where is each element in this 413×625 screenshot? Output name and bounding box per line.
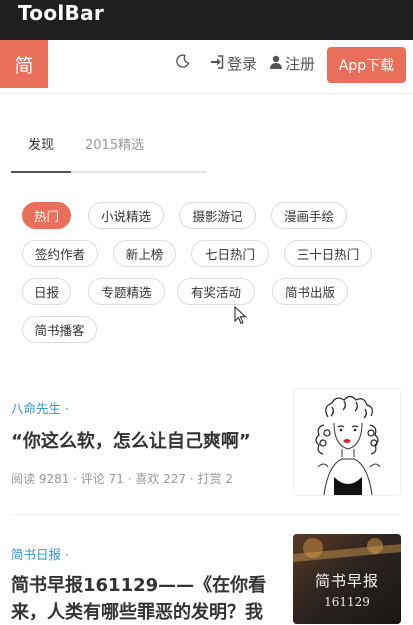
article-item[interactable]: 八命先生 · “你这么软，怎么让自己爽啊” 阅读 9281 · 评论 71 · … [11,388,402,515]
tag-hot[interactable]: 热门 [22,202,71,229]
tag-publishing[interactable]: 简书出版 [272,278,348,305]
article-thumbnail[interactable] [293,388,401,496]
thumb-title: 简书早报 [315,572,379,590]
login-label: 登录 [227,55,258,73]
thumb-date: 161129 [324,595,370,609]
sign-in-icon [210,54,224,74]
tag-7day-hot[interactable]: 七日热门 [191,240,269,267]
article-thumbnail[interactable]: 简书早报 161129 [293,534,401,624]
article-meta: 阅读 9281 · 评论 71 · 喜欢 227 · 打赏 2 [11,472,233,486]
tag-30day-hot[interactable]: 三十日热门 [284,240,372,267]
active-tab-indicator [11,171,71,173]
discover-tabs: 发现 2015精选 [11,122,207,173]
toolbar-title: ToolBar [18,1,105,25]
moon-icon[interactable] [176,54,190,72]
article-author[interactable]: 简书日报 · [11,544,69,563]
app-download-button[interactable]: App下载 [327,47,406,83]
register-label: 注册 [285,55,316,73]
site-navbar: 简 登录 注册 App下载 [0,40,413,94]
tag-new-list[interactable]: 新上榜 [113,240,176,267]
register-link[interactable]: 注册 [270,54,315,74]
login-link[interactable]: 登录 [210,54,257,74]
tab-discover[interactable]: 发现 [11,134,71,153]
tag-signed-authors[interactable]: 签约作者 [22,240,98,267]
tag-novel[interactable]: 小说精选 [88,202,164,229]
tag-comic[interactable]: 漫画手绘 [271,202,347,229]
tag-daily[interactable]: 日报 [22,278,71,305]
tag-podcast[interactable]: 简书播客 [22,316,97,343]
article-author[interactable]: 八命先生 · [11,398,69,417]
tag-photo-travel[interactable]: 摄影游记 [179,202,256,229]
tab-2015-picks[interactable]: 2015精选 [85,134,144,153]
article-item[interactable]: 简书日报 · 简书早报161129——《在你看来，人类有哪些罪恶的发明？我 简书… [11,534,402,625]
mouse-cursor-icon [234,306,247,325]
app-toolbar: ToolBar [0,0,413,40]
tag-prizes[interactable]: 有奖活动 [177,278,255,305]
tag-topics[interactable]: 专题精选 [88,278,165,305]
site-logo[interactable]: 简 [0,40,48,88]
user-icon [270,54,282,74]
article-title[interactable]: 简书早报161129——《在你看来，人类有哪些罪恶的发明？我 [11,572,281,625]
article-title[interactable]: “你这么软，怎么让自己爽啊” [11,428,281,455]
